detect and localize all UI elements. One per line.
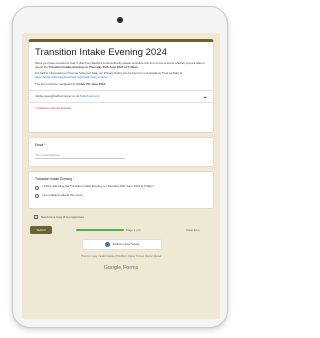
- account-email: Ashley.jones@redbornupper.co.uk: [35, 94, 80, 99]
- organization-badge: Redborn Upper School: [82, 239, 162, 250]
- header-divider: [29, 89, 213, 91]
- attendance-question-card: Transition Intake Evening * I will be at…: [28, 171, 214, 209]
- form-intro: Since you have received a Year 6 offer f…: [35, 61, 205, 69]
- form-header-card: Transition Intake Evening 2024 Since you…: [28, 39, 214, 133]
- header-divider-2: [29, 101, 213, 103]
- form-intro-bold: Transition Intake Evening on Thursday 20…: [48, 64, 139, 69]
- attendance-label: Transition Intake Evening *: [35, 177, 75, 181]
- switch-account-link[interactable]: Switch account: [80, 94, 99, 98]
- account-row: Ashley.jones@redbornupper.co.uk Switch a…: [35, 94, 207, 99]
- footer-note: This form was created inside of Redborn …: [80, 255, 162, 258]
- camera-dot: [117, 17, 123, 23]
- tablet-device: Transition Intake Evening 2024 Since you…: [12, 6, 228, 328]
- email-label: Email *: [35, 143, 46, 147]
- form-title: Transition Intake Evening 2024: [35, 47, 167, 58]
- privacy-link[interactable]: https://www.redbornupperschool.org/trust…: [35, 75, 108, 79]
- email-question-card: Email * Your email address: [28, 137, 214, 167]
- submit-button[interactable]: Submit: [30, 226, 52, 234]
- progress-bar: [76, 229, 124, 231]
- send-copy-row[interactable]: Send me a copy of my responses: [34, 215, 84, 219]
- form-screen: Transition Intake Evening 2024 Since you…: [22, 33, 220, 319]
- school-crest-icon: [104, 242, 110, 247]
- email-input[interactable]: Your email address: [35, 153, 125, 159]
- deadline-paragraph: The form must be completed by Friday 7th…: [35, 81, 106, 86]
- radio-button[interactable]: [35, 194, 39, 198]
- attendance-option-unable[interactable]: I am unable to attend this event: [35, 193, 207, 198]
- page-indicator: Page 1 of 1: [126, 228, 141, 232]
- cloud-saved-icon: ☁: [203, 93, 207, 99]
- send-copy-label: Send me a copy of my responses: [41, 215, 84, 219]
- clear-form-button[interactable]: Clear form: [186, 228, 200, 232]
- progress-fill: [76, 229, 124, 231]
- google-forms-logo: Google Forms: [103, 265, 139, 271]
- required-note: * Indicates required question: [35, 105, 72, 110]
- privacy-paragraph: For further information on how we hold y…: [35, 71, 183, 80]
- radio-button[interactable]: [35, 185, 39, 190]
- send-copy-checkbox[interactable]: [34, 215, 38, 219]
- attendance-option-attending[interactable]: I will be attending the Transition Intak…: [35, 184, 207, 190]
